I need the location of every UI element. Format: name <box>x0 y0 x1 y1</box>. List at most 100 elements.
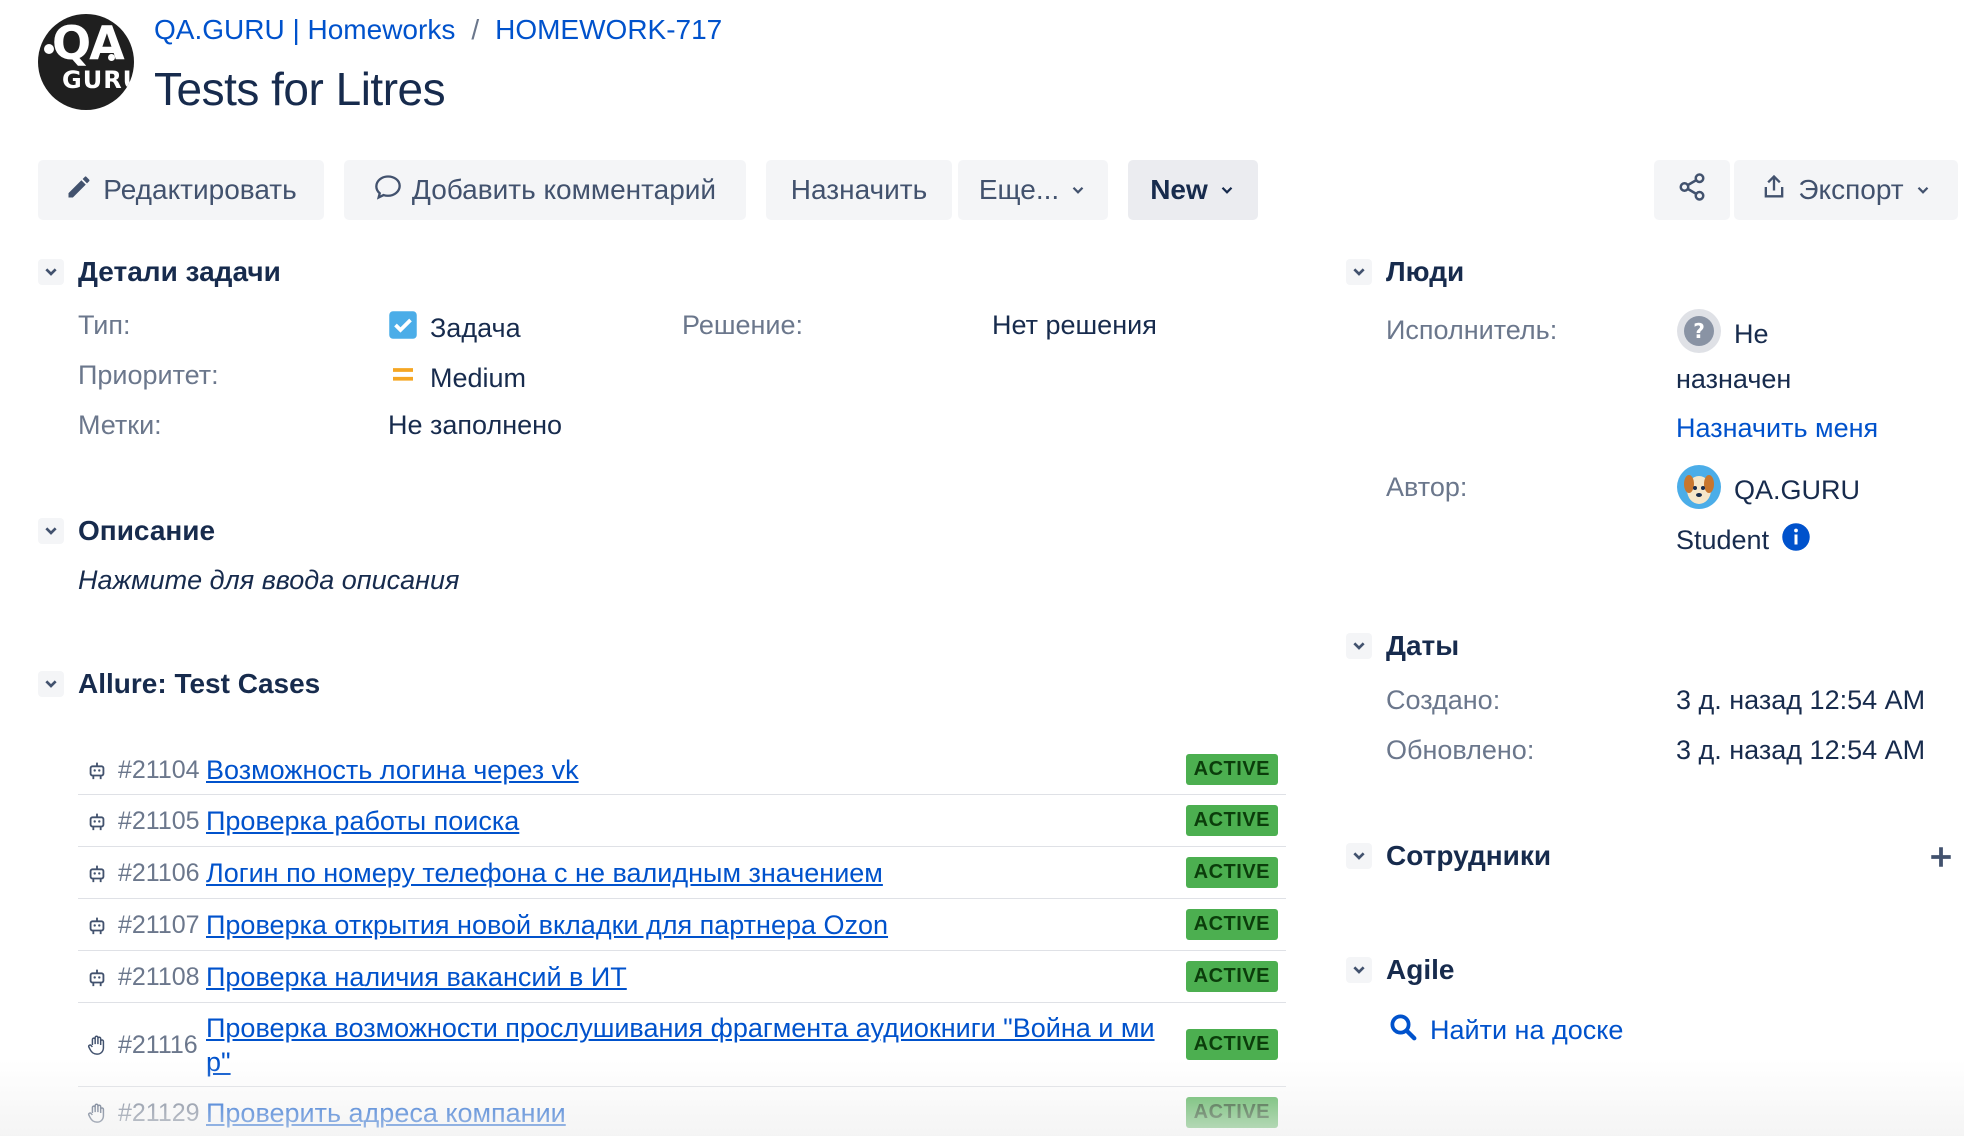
more-actions-label: Еще... <box>978 174 1060 205</box>
status-dropdown[interactable]: New <box>1128 160 1258 220</box>
reporter-avatar-icon <box>1676 464 1722 517</box>
chevron-down-icon <box>1346 843 1372 869</box>
svg-text:?: ? <box>1693 319 1705 343</box>
test-case-link[interactable]: Проверить адреса компании <box>206 1096 1166 1130</box>
resolution-value: Нет решения <box>992 310 1157 340</box>
status-badge: ACTIVE <box>1185 909 1278 940</box>
edit-button[interactable]: Редактировать <box>38 160 324 220</box>
find-on-board-link[interactable]: Найти на доске <box>1388 1012 1623 1049</box>
robot-icon <box>86 862 108 889</box>
chevron-down-icon <box>1346 957 1372 983</box>
status-badge: ACTIVE <box>1185 754 1278 785</box>
add-comment-button[interactable]: Добавить комментарий <box>344 160 746 220</box>
test-case-id: #21104 <box>118 756 200 784</box>
labels-value: Не заполнено <box>388 410 563 440</box>
test-case-row: #21116 Проверка возможности прослушивания… <box>78 1003 1286 1087</box>
test-case-link[interactable]: Проверка открытия новой вкладки для парт… <box>206 908 1166 942</box>
export-button[interactable]: Экспорт <box>1734 160 1958 220</box>
chevron-down-icon <box>1346 259 1372 285</box>
status-badge: ACTIVE <box>1185 857 1278 888</box>
updated-label: Обновлено: <box>1386 735 1535 765</box>
robot-icon <box>86 966 108 993</box>
robot-icon <box>86 810 108 837</box>
assignee-value-line1: Не <box>1734 319 1769 349</box>
hand-icon <box>86 1102 108 1129</box>
assignee-value-line2: назначен <box>1676 364 1792 394</box>
share-button[interactable] <box>1654 160 1730 220</box>
updated-value: 3 д. назад 12:54 AM <box>1676 735 1926 765</box>
test-case-id: #21106 <box>118 859 200 887</box>
test-case-row: #21108 Проверка наличия вакансий в ИТ ACTI… <box>78 951 1286 1003</box>
test-case-link[interactable]: Возможность логина через vk <box>206 753 1166 787</box>
employees-section-toggle[interactable]: Сотрудники <box>1346 840 1551 872</box>
page-title: Tests for Litres <box>154 63 446 115</box>
test-case-row: #21129 Проверить адреса компании ACTIVE <box>78 1087 1286 1136</box>
test-case-row: #21105 Проверка работы поиска ACTIVE <box>78 795 1286 847</box>
dates-section-toggle[interactable]: Даты <box>1346 630 1459 662</box>
assign-button[interactable]: Назначить <box>766 160 952 220</box>
robot-icon <box>86 759 108 786</box>
test-case-id: #21116 <box>118 1031 198 1059</box>
agile-section-toggle[interactable]: Agile <box>1346 954 1454 986</box>
details-heading: Детали задачи <box>78 256 281 287</box>
search-icon <box>1388 1012 1418 1049</box>
reporter-value-line1: QA.GURU <box>1734 475 1861 505</box>
priority-medium-icon <box>388 360 418 397</box>
assign-to-me-link[interactable]: Назначить меня <box>1676 413 1878 444</box>
type-label: Тип: <box>78 310 131 340</box>
created-label: Создано: <box>1386 685 1501 715</box>
breadcrumb-project-link[interactable]: QA.GURU | Homeworks <box>154 14 455 46</box>
chevron-down-icon <box>38 671 64 697</box>
test-case-id: #21107 <box>118 911 200 939</box>
reporter-label: Автор: <box>1386 472 1468 502</box>
test-case-link[interactable]: Проверка работы поиска <box>206 804 1166 838</box>
comment-icon <box>374 173 402 208</box>
details-section-toggle[interactable]: Детали задачи <box>38 256 281 288</box>
test-case-link[interactable]: Логин по номеру телефона с не валидным з… <box>206 856 1166 890</box>
test-case-link[interactable]: Проверка наличия вакансий в ИТ <box>206 960 1166 994</box>
test-case-link[interactable]: Проверка возможности прослушивания фрагм… <box>206 1011 1166 1079</box>
unassigned-avatar-icon: ? <box>1676 308 1722 361</box>
test-case-id: #21108 <box>118 963 200 991</box>
logo-text-bottom: GURU <box>62 66 134 94</box>
edit-button-label: Редактировать <box>103 174 297 205</box>
project-avatar[interactable]: QA GURU <box>38 14 134 110</box>
test-case-id: #21129 <box>118 1099 200 1127</box>
status-label: New <box>1150 174 1208 205</box>
chevron-down-icon <box>1914 174 1932 206</box>
description-heading: Описание <box>78 515 216 546</box>
type-value: Задача <box>388 310 521 347</box>
test-case-row: #21104 Возможность логина через vk ACTIVE <box>78 745 1286 795</box>
add-employee-icon[interactable] <box>1928 844 1954 875</box>
status-badge: ACTIVE <box>1185 1029 1278 1060</box>
allure-heading: Allure: Test Cases <box>78 668 321 699</box>
chevron-down-icon <box>1218 174 1236 206</box>
description-section-toggle[interactable]: Описание <box>38 515 215 547</box>
info-icon[interactable] <box>1781 522 1811 559</box>
test-case-row: #21107 Проверка открытия новой вкладки дл… <box>78 899 1286 951</box>
status-badge: ACTIVE <box>1185 805 1278 836</box>
share-icon <box>1677 172 1707 209</box>
chevron-down-icon <box>38 518 64 544</box>
test-case-list: #21104 Возможность логина через vk ACTIVE #… <box>78 745 1286 1136</box>
description-input[interactable]: Нажмите для ввода описания <box>78 565 459 596</box>
type-value-text: Задача <box>430 313 521 343</box>
status-badge: ACTIVE <box>1185 961 1278 992</box>
breadcrumb: QA.GURU | Homeworks / HOMEWORK-717 <box>154 14 722 46</box>
created-value: 3 д. назад 12:54 AM <box>1676 685 1926 715</box>
people-section-toggle[interactable]: Люди <box>1346 256 1464 288</box>
agile-heading: Agile <box>1386 954 1455 985</box>
add-comment-button-label: Добавить комментарий <box>411 174 717 205</box>
chevron-down-icon <box>38 259 64 285</box>
logo-dot <box>108 54 115 61</box>
priority-label: Приоритет: <box>78 360 219 390</box>
pencil-icon <box>65 173 93 208</box>
hand-icon <box>86 1034 108 1061</box>
more-actions-button[interactable]: Еще... <box>958 160 1108 220</box>
allure-section-toggle[interactable]: Allure: Test Cases <box>38 668 320 700</box>
reporter-value[interactable]: QA.GURU <box>1676 464 1860 517</box>
logo-text-top: QA <box>52 16 125 70</box>
test-case-id: #21105 <box>118 807 200 835</box>
breadcrumb-issue-link[interactable]: HOMEWORK-717 <box>495 14 722 46</box>
find-on-board-label: Найти на доске <box>1430 1015 1624 1045</box>
